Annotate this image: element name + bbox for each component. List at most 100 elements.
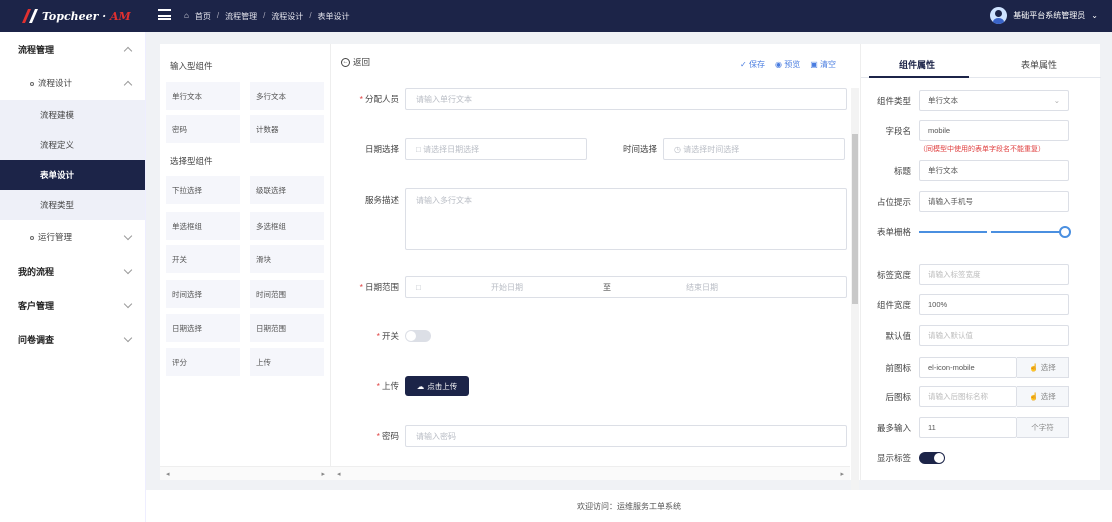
component-item[interactable]: 日期选择 (166, 314, 240, 342)
chevron-down-icon (123, 333, 133, 342)
chevron-up-icon (123, 46, 133, 55)
component-item[interactable]: 级联选择 (250, 176, 324, 204)
user-menu[interactable]: 基础平台系统管理员 ⌄ (990, 7, 1098, 24)
component-item[interactable]: 时间范围 (250, 280, 324, 308)
time-input[interactable]: ◷ 请选择时间选择 (663, 138, 845, 160)
preview-button[interactable]: ◉ 预览 (775, 59, 800, 70)
sidebar-item-process-type[interactable]: 流程类型 (0, 190, 145, 220)
title-input[interactable]: 单行文本 (919, 160, 1069, 181)
footer: 欢迎访问：运维服务工单系统 (146, 490, 1112, 522)
grid-slider[interactable] (919, 226, 1071, 238)
password-input[interactable]: 请输入密码 (405, 425, 847, 447)
form-canvas: ← 返回 ✓ 保存 ◉ 预览 ▣ 清空 * 分配人员 请输入单行文本 日期选择 □ … (331, 44, 859, 496)
back-arrow-icon: ← (341, 57, 350, 67)
label-width-input[interactable]: 请输入标签宽度 (919, 264, 1069, 285)
tab-component-props[interactable]: 组件属性 (899, 58, 935, 71)
sidebar-group-process[interactable]: 流程管理 (0, 32, 145, 66)
component-item[interactable]: 开关 (166, 245, 240, 273)
sidebar-item-form-design[interactable]: 表单设计 (0, 160, 145, 190)
canvas-hscrollbar[interactable]: ◂ ▸ (331, 466, 850, 480)
menu-toggle-icon[interactable] (158, 9, 171, 20)
component-item[interactable]: 时间选择 (166, 280, 240, 308)
check-icon: ✓ (740, 60, 747, 69)
logo-mark-icon (22, 9, 38, 23)
assignee-input[interactable]: 请输入单行文本 (405, 88, 847, 110)
prop-title: 标题 单行文本 (861, 160, 1069, 181)
field-password: * 密码 请输入密码 (331, 425, 847, 447)
arrow-right-icon[interactable]: ▸ (321, 470, 325, 478)
sidebar-group-customer[interactable]: 客户管理 (0, 288, 145, 322)
sidebar-item-definition[interactable]: 流程定义 (0, 130, 145, 160)
arrow-right-icon[interactable]: ▸ (840, 470, 844, 478)
prefix-icon-input[interactable]: el-icon-mobile (919, 357, 1017, 378)
arrow-left-icon[interactable]: ◂ (337, 470, 341, 478)
type-select[interactable]: 单行文本 ⌄ (919, 90, 1069, 111)
canvas-toolbar: ✓ 保存 ◉ 预览 ▣ 清空 (740, 59, 836, 70)
breadcrumb-process[interactable]: 流程管理 (225, 11, 257, 22)
prop-suffix-icon: 后图标 请输入后图标名称 ☝ 选择 (861, 386, 1069, 407)
properties-tabs: 组件属性 表单属性 (861, 44, 1101, 78)
breadcrumb-design[interactable]: 流程设计 (271, 11, 303, 22)
show-label-toggle[interactable] (919, 452, 945, 464)
component-width-input[interactable]: 100% (919, 294, 1069, 315)
sidebar-group-survey[interactable]: 问卷调查 (0, 322, 145, 356)
component-item[interactable]: 上传 (250, 348, 324, 376)
prefix-icon-pick-button[interactable]: ☝ 选择 (1017, 357, 1069, 378)
sidebar-sub-runtime[interactable]: 运行管理 (0, 220, 145, 254)
form-designer: 输入型组件 单行文本 多行文本 密码 计数器 选择型组件 下拉选择 级联选择 单… (160, 44, 1101, 496)
user-name: 基础平台系统管理员 (1013, 11, 1086, 20)
arrow-left-icon[interactable]: ◂ (166, 470, 170, 478)
description-textarea[interactable]: 请输入多行文本 (405, 188, 847, 250)
sidebar-item-modeling[interactable]: 流程建模 (0, 100, 145, 130)
component-item[interactable]: 日期范围 (250, 314, 324, 342)
home-icon: ⌂ (184, 11, 189, 20)
placeholder-input[interactable]: 请输入手机号 (919, 191, 1069, 212)
max-length-input[interactable]: 11 (919, 417, 1017, 438)
input-components-title: 输入型组件 (170, 61, 213, 71)
top-bar: Topcheer · AM ⌂ 首页 / 流程管理 / 流程设计 / 表单设计 基础平… (0, 0, 1112, 32)
slider-handle[interactable] (1059, 226, 1071, 238)
component-item[interactable]: 滑块 (250, 245, 324, 273)
tab-indicator (869, 76, 969, 78)
default-value-input[interactable]: 请输入默认值 (919, 325, 1069, 346)
prop-type: 组件类型 单行文本 ⌄ (861, 90, 1069, 111)
field-description: 服务描述 请输入多行文本 (331, 188, 847, 250)
sidebar-sub-design[interactable]: 流程设计 (0, 66, 145, 100)
chevron-down-icon (123, 265, 133, 274)
suffix-icon-input[interactable]: 请输入后图标名称 (919, 386, 1017, 407)
suffix-icon-pick-button[interactable]: ☝ 选择 (1017, 386, 1069, 407)
component-item[interactable]: 多行文本 (250, 82, 324, 110)
upload-button[interactable]: ☁ 点击上传 (405, 376, 469, 396)
date-range-input[interactable]: □ 开始日期 至 结束日期 (405, 276, 847, 298)
hand-icon: ☝ (1029, 363, 1039, 372)
component-item[interactable]: 多选框组 (250, 212, 324, 240)
save-button[interactable]: ✓ 保存 (740, 59, 765, 70)
prop-label-width: 标签宽度 请输入标签宽度 (861, 264, 1069, 285)
scroll-thumb[interactable] (852, 134, 858, 304)
field-switch: * 开关 (331, 330, 431, 342)
component-item[interactable]: 单行文本 (166, 82, 240, 110)
tab-form-props[interactable]: 表单属性 (1021, 58, 1057, 71)
logo-text: Topcheer (42, 9, 99, 23)
switch-toggle[interactable] (405, 330, 431, 342)
hand-icon: ☝ (1029, 392, 1039, 401)
canvas-vscrollbar[interactable] (851, 88, 859, 496)
logo-accent: AM (109, 9, 131, 23)
prop-component-width: 组件宽度 100% (861, 294, 1069, 315)
date-input[interactable]: □ 请选择日期选择 (405, 138, 587, 160)
sidebar-group-my-process[interactable]: 我的流程 (0, 254, 145, 288)
component-item[interactable]: 密码 (166, 115, 240, 143)
palette-hscrollbar[interactable]: ◂ ▸ (160, 466, 331, 480)
component-item[interactable]: 单选框组 (166, 212, 240, 240)
field-name-input[interactable]: mobile (919, 120, 1069, 141)
back-button[interactable]: ← 返回 (341, 56, 370, 68)
breadcrumb-home[interactable]: 首页 (195, 11, 211, 22)
component-item[interactable]: 下拉选择 (166, 176, 240, 204)
calendar-icon: □ (416, 144, 421, 154)
chevron-down-icon: ⌄ (1091, 11, 1098, 20)
component-item[interactable]: 评分 (166, 348, 240, 376)
clear-button[interactable]: ▣ 清空 (810, 59, 836, 70)
breadcrumb: ⌂ 首页 / 流程管理 / 流程设计 / 表单设计 (184, 11, 350, 22)
component-item[interactable]: 计数器 (250, 115, 324, 143)
prop-prefix-icon: 前图标 el-icon-mobile ☝ 选择 (861, 357, 1069, 378)
